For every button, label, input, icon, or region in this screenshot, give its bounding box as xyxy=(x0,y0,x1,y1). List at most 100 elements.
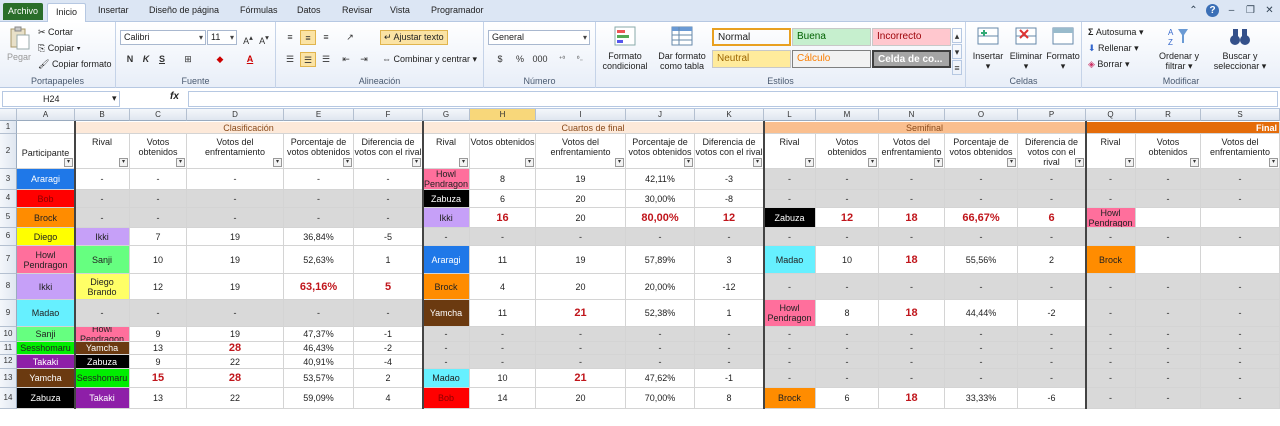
cell-j7[interactable]: 57,89% xyxy=(626,246,695,274)
cell-r12[interactable]: - xyxy=(1136,355,1201,369)
cell-l13[interactable]: - xyxy=(764,369,816,388)
cell-h5[interactable]: 16 xyxy=(470,208,536,228)
header-d[interactable]: Votos del enfrentamiento ▾ xyxy=(187,134,284,169)
cell-d6[interactable]: 19 xyxy=(187,228,284,246)
cut-button[interactable]: ✂ Cortar xyxy=(38,27,73,38)
cell-n5[interactable]: 18 xyxy=(879,208,945,228)
cell-e7[interactable]: 52,63% xyxy=(284,246,354,274)
cell-q12[interactable]: - xyxy=(1086,355,1136,369)
cell-q5[interactable]: Howl Pendragon xyxy=(1086,208,1136,228)
cell-o9[interactable]: 44,44% xyxy=(945,300,1018,327)
cell-r4[interactable]: - xyxy=(1136,190,1201,208)
cell-s10[interactable]: - xyxy=(1201,327,1280,342)
tab-developer[interactable]: Programador xyxy=(431,5,484,15)
column-header-s[interactable]: S xyxy=(1201,109,1280,121)
orientation-icon[interactable]: ↗ xyxy=(342,30,358,45)
cell-j10[interactable]: - xyxy=(626,327,695,342)
column-header-e[interactable]: E xyxy=(284,109,354,121)
cell-o6[interactable]: - xyxy=(945,228,1018,246)
filter-dropdown-icon[interactable]: ▾ xyxy=(412,158,421,167)
header-f[interactable]: Diferencia de votos con el rival ▾ xyxy=(354,134,423,169)
cell-g14[interactable]: Bob xyxy=(423,388,470,409)
cell-i13[interactable]: 21 xyxy=(536,369,626,388)
group-header-4[interactable]: Final xyxy=(1086,122,1280,134)
cell-h4[interactable]: 6 xyxy=(470,190,536,208)
close-icon[interactable]: ✕ xyxy=(1263,4,1276,17)
column-header-o[interactable]: O xyxy=(945,109,1018,121)
cell-i4[interactable]: 20 xyxy=(536,190,626,208)
style-calculation[interactable]: Cálculo xyxy=(792,50,871,68)
fill-color-icon[interactable]: ◆ xyxy=(212,52,228,67)
cell-l8[interactable]: - xyxy=(764,274,816,300)
cell-r8[interactable]: - xyxy=(1136,274,1201,300)
cell-k9[interactable]: 1 xyxy=(695,300,764,327)
cell-d5[interactable]: - xyxy=(187,208,284,228)
cell-s6[interactable]: - xyxy=(1201,228,1280,246)
cell-e11[interactable]: 46,43% xyxy=(284,342,354,355)
font-size-combo[interactable]: 11 xyxy=(207,30,237,45)
cell-q13[interactable]: - xyxy=(1086,369,1136,388)
header-m[interactable]: Votos obtenidos ▾ xyxy=(816,134,879,169)
header-i[interactable]: Votos del enfrentamiento ▾ xyxy=(536,134,626,169)
conditional-format-button[interactable]: Formato condicional xyxy=(600,25,650,71)
cell-r13[interactable]: - xyxy=(1136,369,1201,388)
row-header-14[interactable]: 14 xyxy=(0,388,17,409)
filter-dropdown-icon[interactable]: ▾ xyxy=(615,158,624,167)
clear-button[interactable]: ◈ Borrar ▾ xyxy=(1088,59,1129,70)
filter-dropdown-icon[interactable]: ▾ xyxy=(64,158,73,167)
filter-dropdown-icon[interactable]: ▾ xyxy=(1190,158,1199,167)
cell-b12[interactable]: Zabuza xyxy=(75,355,130,369)
cell-h11[interactable]: - xyxy=(470,342,536,355)
column-header-k[interactable]: K xyxy=(695,109,764,121)
cell-i9[interactable]: 21 xyxy=(536,300,626,327)
cell-m11[interactable]: - xyxy=(816,342,879,355)
cell-o5[interactable]: 66,67% xyxy=(945,208,1018,228)
cell-b11[interactable]: Yamcha xyxy=(75,342,130,355)
insert-cells-button[interactable]: Insertar ▾ xyxy=(970,25,1006,71)
cell-f6[interactable]: -5 xyxy=(354,228,423,246)
header-s[interactable]: Votos del enfrentamiento ▾ xyxy=(1201,134,1280,169)
ribbon-minimize-icon[interactable]: ⌃ xyxy=(1187,4,1200,17)
filter-dropdown-icon[interactable]: ▾ xyxy=(868,158,877,167)
cell-o13[interactable]: - xyxy=(945,369,1018,388)
cell-g3[interactable]: Howl Pendragon xyxy=(423,169,470,190)
cell-q7[interactable]: Brock xyxy=(1086,246,1136,274)
cell-f14[interactable]: 4 xyxy=(354,388,423,409)
header-h[interactable]: Votos obtenidos ▾ xyxy=(470,134,536,169)
cell-h3[interactable]: 8 xyxy=(470,169,536,190)
cell-c9[interactable]: - xyxy=(130,300,187,327)
filter-dropdown-icon[interactable]: ▾ xyxy=(805,158,814,167)
column-header-q[interactable]: Q xyxy=(1086,109,1136,121)
cell-d9[interactable]: - xyxy=(187,300,284,327)
insert-function-icon[interactable]: fx xyxy=(170,91,179,102)
cell-o12[interactable]: - xyxy=(945,355,1018,369)
group-header-3[interactable]: Semifinal xyxy=(764,122,1086,134)
styles-more-icon[interactable]: ≡ xyxy=(952,60,962,75)
cell-n11[interactable]: - xyxy=(879,342,945,355)
cell-k7[interactable]: 3 xyxy=(695,246,764,274)
cell-p12[interactable]: - xyxy=(1018,355,1086,369)
cell-p14[interactable]: -6 xyxy=(1018,388,1086,409)
cell-d7[interactable]: 19 xyxy=(187,246,284,274)
cell-p10[interactable]: - xyxy=(1018,327,1086,342)
row-header-2[interactable]: 2 xyxy=(0,134,17,169)
cell-h6[interactable]: - xyxy=(470,228,536,246)
column-header-m[interactable]: M xyxy=(816,109,879,121)
cell-l6[interactable]: - xyxy=(764,228,816,246)
cell-d8[interactable]: 19 xyxy=(187,274,284,300)
cell-r6[interactable]: - xyxy=(1136,228,1201,246)
cell-c11[interactable]: 13 xyxy=(130,342,187,355)
header-n[interactable]: Votos del enfrentamiento ▾ xyxy=(879,134,945,169)
bold-button[interactable]: N xyxy=(122,52,138,67)
cell-f12[interactable]: -4 xyxy=(354,355,423,369)
cell-e10[interactable]: 47,37% xyxy=(284,327,354,342)
filter-dropdown-icon[interactable]: ▾ xyxy=(1007,158,1016,167)
cell-g9[interactable]: Yamcha xyxy=(423,300,470,327)
cell-c8[interactable]: 12 xyxy=(130,274,187,300)
tab-page-layout[interactable]: Diseño de página xyxy=(149,5,219,15)
cell-e5[interactable]: - xyxy=(284,208,354,228)
cell-m13[interactable]: - xyxy=(816,369,879,388)
cell-k13[interactable]: -1 xyxy=(695,369,764,388)
cell-e14[interactable]: 59,09% xyxy=(284,388,354,409)
cell-s13[interactable]: - xyxy=(1201,369,1280,388)
